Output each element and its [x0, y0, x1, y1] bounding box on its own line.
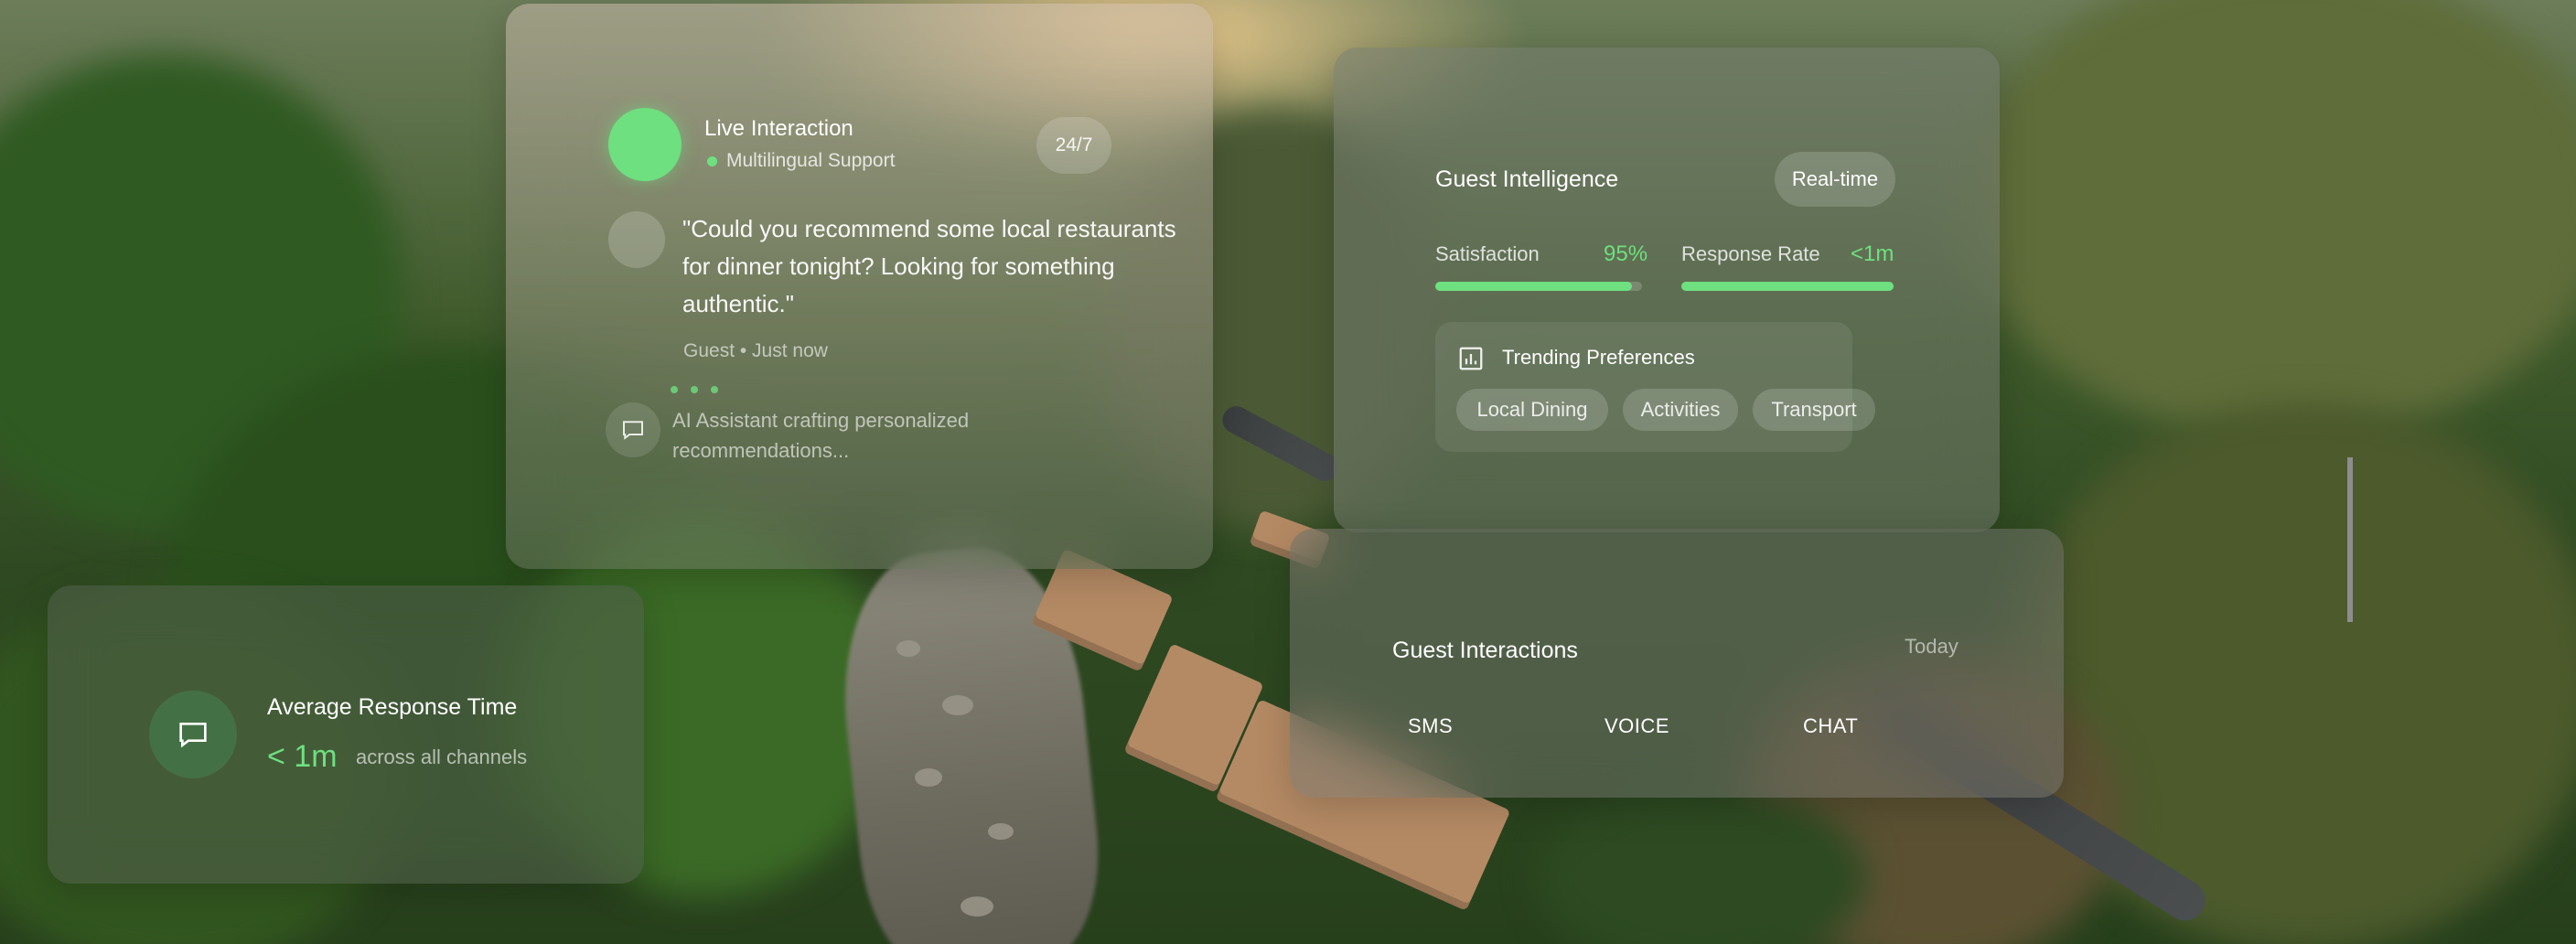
average-response-card: [48, 585, 644, 884]
guest-message: "Could you recommend some local restaura…: [682, 215, 1176, 317]
message-icon: [149, 691, 237, 778]
satisfaction-label: Satisfaction: [1435, 242, 1540, 265]
assistant-status: AI Assistant crafting personalized recom…: [672, 409, 970, 462]
message-meta: Guest • Just now: [683, 340, 828, 361]
guest-avatar: [608, 211, 665, 268]
live-interaction-subtitle: Multilingual Support: [707, 150, 895, 172]
channel-voice: VOICE: [1605, 714, 1669, 737]
availability-badge: 24/7: [1036, 117, 1111, 174]
chip-activities[interactable]: Activities: [1623, 389, 1738, 431]
trending-preferences-box: [1435, 322, 1852, 452]
guest-intelligence-card: [1334, 48, 2000, 532]
channel-sms: SMS: [1408, 714, 1454, 737]
trending-preferences-title: Trending Preferences: [1502, 346, 1695, 369]
response-rate-bar: [1681, 282, 1894, 291]
typing-indicator: [671, 386, 718, 393]
average-response-value: < 1m: [267, 739, 338, 774]
average-response-title: Average Response Time: [267, 694, 518, 720]
average-response-note: across all channels: [356, 746, 528, 768]
channel-chat: CHAT: [1803, 714, 1859, 737]
response-rate-label: Response Rate: [1681, 242, 1820, 265]
response-rate-bar-fill: [1681, 282, 1894, 291]
online-dot-icon: [707, 156, 717, 166]
bar-chart-icon: [1457, 345, 1485, 377]
guest-intelligence-title: Guest Intelligence: [1435, 166, 1619, 192]
live-status-avatar: [608, 108, 682, 181]
chat-bubble-icon: [606, 402, 660, 457]
chip-local-dining[interactable]: Local Dining: [1456, 389, 1608, 431]
satisfaction-bar: [1435, 282, 1642, 291]
subtitle-text: Multilingual Support: [726, 150, 896, 171]
response-rate-value: <1m: [1851, 241, 1894, 266]
satisfaction-value: 95%: [1604, 241, 1648, 266]
period-label: Today: [1905, 635, 1959, 658]
realtime-badge: Real-time: [1775, 152, 1895, 207]
satisfaction-bar-fill: [1435, 282, 1632, 291]
live-interaction-title: Live Interaction: [704, 116, 853, 141]
chip-transport[interactable]: Transport: [1753, 389, 1875, 431]
guest-interactions-title: Guest Interactions: [1392, 638, 1578, 663]
